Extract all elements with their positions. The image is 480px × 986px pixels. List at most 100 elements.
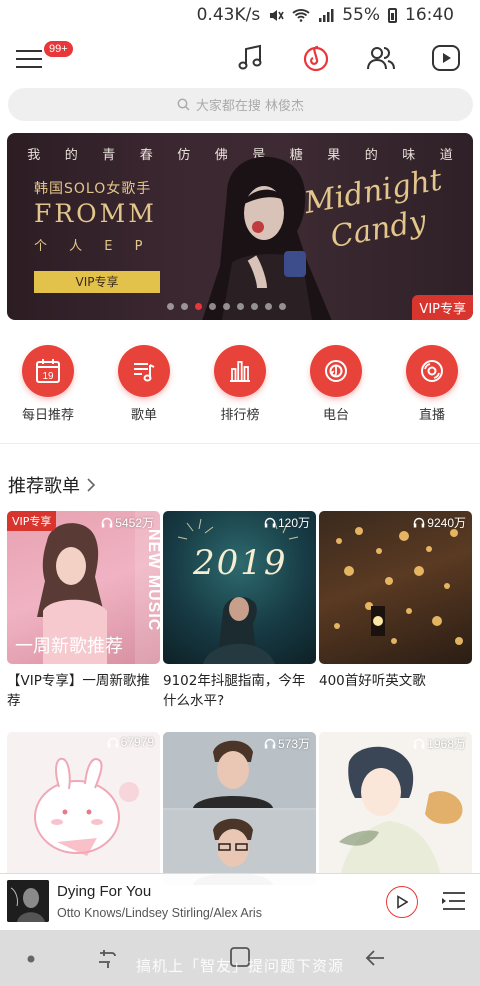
svg-text:19: 19 <box>42 371 54 382</box>
playlist-cover: 573万 <box>163 732 316 885</box>
slogan-char: 青 <box>102 148 116 163</box>
carousel-dot[interactable] <box>237 303 244 310</box>
banner-subtitle: 韩国SOLO女歌手 <box>34 181 152 197</box>
search-bar[interactable]: 大家都在搜 林俊杰 <box>8 88 473 121</box>
playlist-cover: 67979 <box>7 732 160 885</box>
playlist-title: 400首好听英文歌 <box>319 673 426 689</box>
cover-side-text: NEW MUSIC <box>145 529 160 632</box>
entry-playlist[interactable]: 歌单 <box>104 345 184 427</box>
play-count: 5452万 <box>101 514 154 531</box>
playlist-card[interactable]: 67979 <box>7 732 160 892</box>
carousel-dot[interactable] <box>195 303 202 310</box>
entry-label: 直播 <box>418 408 445 423</box>
carousel-dot[interactable] <box>209 303 216 310</box>
slogan-char: 我 <box>27 148 41 163</box>
status-bar: 0.43K/s 55% 16:40 <box>0 0 480 30</box>
cover-artwork <box>177 518 299 664</box>
playlist-card[interactable]: 1968万 <box>319 732 472 892</box>
entry-daily-recommend[interactable]: 19 每日推荐 <box>8 345 88 427</box>
headphones-icon <box>414 517 425 528</box>
playlist-card[interactable]: 2019 120万 9102年抖腿指南，今年什么水平? <box>163 511 316 711</box>
playlist-queue-button[interactable] <box>440 889 468 913</box>
chart-icon <box>214 345 266 397</box>
playlist-cover: 9240万 <box>319 511 472 664</box>
headphones-icon <box>102 517 113 528</box>
netease-cloud-icon[interactable] <box>298 40 334 76</box>
carousel-dot[interactable] <box>279 303 286 310</box>
network-speed: 0.43K/s <box>196 5 261 25</box>
entry-radio[interactable]: 电台 <box>296 345 376 427</box>
headphones-icon <box>264 738 276 749</box>
slogan-char: 的 <box>64 148 78 163</box>
signal-icon <box>318 8 334 22</box>
entry-label: 排行榜 <box>220 408 260 423</box>
carousel-dot[interactable] <box>265 303 272 310</box>
section-recommended-playlists[interactable]: 推荐歌单 <box>8 472 96 498</box>
play-count: 1968万 <box>413 735 466 752</box>
chevron-right-icon <box>87 478 96 492</box>
headphones-icon <box>414 738 425 749</box>
play-count: 9240万 <box>413 514 466 531</box>
headphones-icon <box>107 737 118 747</box>
playlist-card[interactable]: 573万 <box>163 732 316 892</box>
play-count: 67979 <box>107 735 154 749</box>
cover-overlay-text: 一周新歌推荐 <box>15 636 123 657</box>
carousel-dot[interactable] <box>223 303 230 310</box>
play-button[interactable] <box>386 886 418 918</box>
play-icon <box>397 895 408 909</box>
system-nav-bar: 搞机上「智友」提问题下资源 <box>0 930 480 986</box>
play-count-value: 5452万 <box>115 516 154 530</box>
entry-live[interactable]: 直播 <box>392 345 472 427</box>
menu-icon[interactable]: 99+ <box>14 41 73 72</box>
cover-artwork <box>339 746 463 885</box>
cover-artwork <box>34 757 139 856</box>
playlist-cover: 1968万 <box>319 732 472 885</box>
entry-label: 歌单 <box>130 408 157 423</box>
play-count-value: 573万 <box>277 737 310 751</box>
wifi-icon <box>292 8 310 22</box>
now-playing-title: Dying For You <box>57 883 152 900</box>
slogan-char: 道 <box>439 148 453 163</box>
top-nav: 99+ <box>0 36 480 84</box>
carousel-dot[interactable] <box>181 303 188 310</box>
play-count-value: 9240万 <box>427 516 466 530</box>
mute-icon <box>268 8 284 23</box>
headphones-icon <box>264 517 276 528</box>
entry-label: 每日推荐 <box>21 408 74 423</box>
album-thumbnail[interactable] <box>7 880 49 922</box>
battery-icon <box>388 7 397 23</box>
watermark: 搞机上「智友」提问题下资源 <box>135 957 344 975</box>
divider <box>0 443 480 444</box>
play-count: 120万 <box>264 514 310 531</box>
banner-vip-button[interactable]: VIP专享 <box>34 271 160 293</box>
vip-badge: VIP专享 <box>7 511 57 531</box>
friends-icon[interactable] <box>363 40 399 76</box>
slogan-char: 的 <box>364 148 378 163</box>
carousel-dots <box>167 303 286 310</box>
playlist-icon <box>118 345 170 397</box>
banner-ep: 个 人 E P <box>34 239 152 254</box>
playlist-cover: NEW MUSIC 一周新歌推荐 VIP专享 5452万 <box>7 511 160 664</box>
play-count-value: 67979 <box>120 735 154 749</box>
playlist-card[interactable]: NEW MUSIC 一周新歌推荐 VIP专享 5452万 【VIP专享】一周新歌… <box>7 511 160 711</box>
carousel-dot[interactable] <box>167 303 174 310</box>
mini-player[interactable]: Dying For You Otto Knows/Lindsey Stirlin… <box>0 873 480 929</box>
video-icon[interactable] <box>428 40 464 76</box>
play-count-value: 1968万 <box>427 737 466 751</box>
music-icon[interactable] <box>233 40 269 76</box>
calendar-icon: 19 <box>22 345 74 397</box>
carousel-dot[interactable] <box>251 303 258 310</box>
slogan-char: 仿 <box>177 148 191 163</box>
entry-chart[interactable]: 排行榜 <box>200 345 280 427</box>
cover-artwork <box>163 732 316 885</box>
playlist-cover: 2019 120万 <box>163 511 316 664</box>
cover-overlay-text: 2019 <box>193 543 288 583</box>
section-title: 推荐歌单 <box>8 476 80 497</box>
play-count-value: 120万 <box>277 516 310 530</box>
battery-percent: 55% <box>342 5 380 25</box>
playlist-title: 9102年抖腿指南，今年什么水平? <box>163 673 306 709</box>
play-count: 573万 <box>264 735 310 752</box>
queue-list-icon <box>442 892 465 910</box>
playlist-card[interactable]: 9240万 400首好听英文歌 <box>319 511 472 691</box>
banner-carousel[interactable]: 我的青春仿佛是糖果的味道 韩国SOLO女歌手 FROMM 个 人 E P VIP… <box>7 133 473 320</box>
